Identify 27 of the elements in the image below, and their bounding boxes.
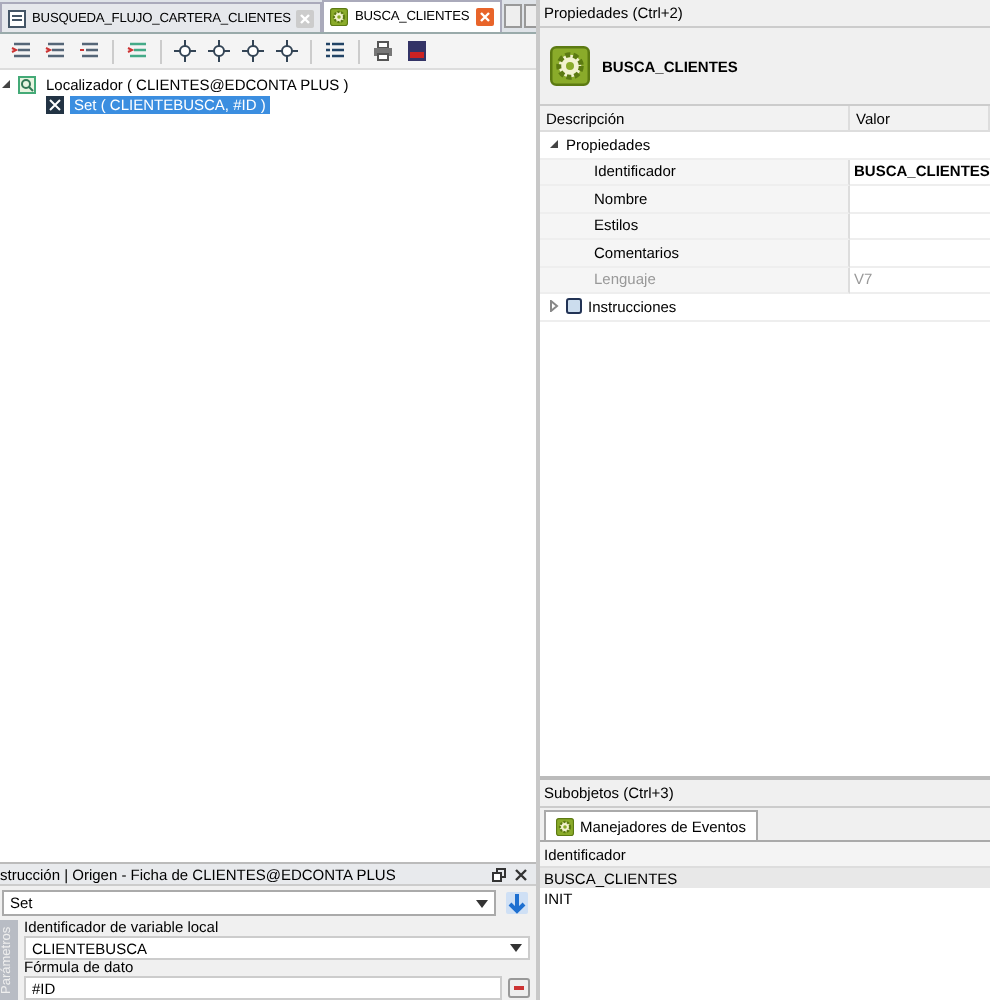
down-arrow-icon[interactable] [506, 892, 528, 914]
crosshair-icon[interactable] [174, 40, 196, 62]
window-icon [566, 298, 582, 315]
gear-icon [556, 817, 574, 835]
locator-icon [18, 75, 36, 93]
variable-icon [46, 95, 64, 113]
caret-icon[interactable] [510, 944, 522, 952]
indent-icon[interactable] [78, 40, 100, 62]
document-icon [8, 9, 26, 27]
crosshair-icon[interactable] [208, 40, 230, 62]
indent-icon[interactable] [10, 40, 32, 62]
collapse-arrow-icon[interactable] [548, 138, 560, 151]
expand-arrow-icon[interactable] [548, 300, 560, 313]
list-icon[interactable] [324, 40, 346, 62]
crosshair-icon[interactable] [242, 40, 264, 62]
printer-icon[interactable] [372, 40, 394, 62]
close-icon[interactable] [514, 867, 528, 881]
gear-icon [330, 8, 349, 26]
pdf-icon[interactable] [406, 40, 428, 62]
formula-editor-icon[interactable] [508, 978, 530, 998]
indent-icon[interactable] [44, 40, 66, 62]
indent-icon[interactable] [126, 40, 148, 62]
crosshair-icon[interactable] [276, 40, 298, 62]
collapse-arrow-icon[interactable] [0, 78, 12, 90]
caret-icon[interactable] [476, 899, 488, 907]
float-icon[interactable] [492, 867, 506, 881]
gear-icon [550, 46, 590, 86]
